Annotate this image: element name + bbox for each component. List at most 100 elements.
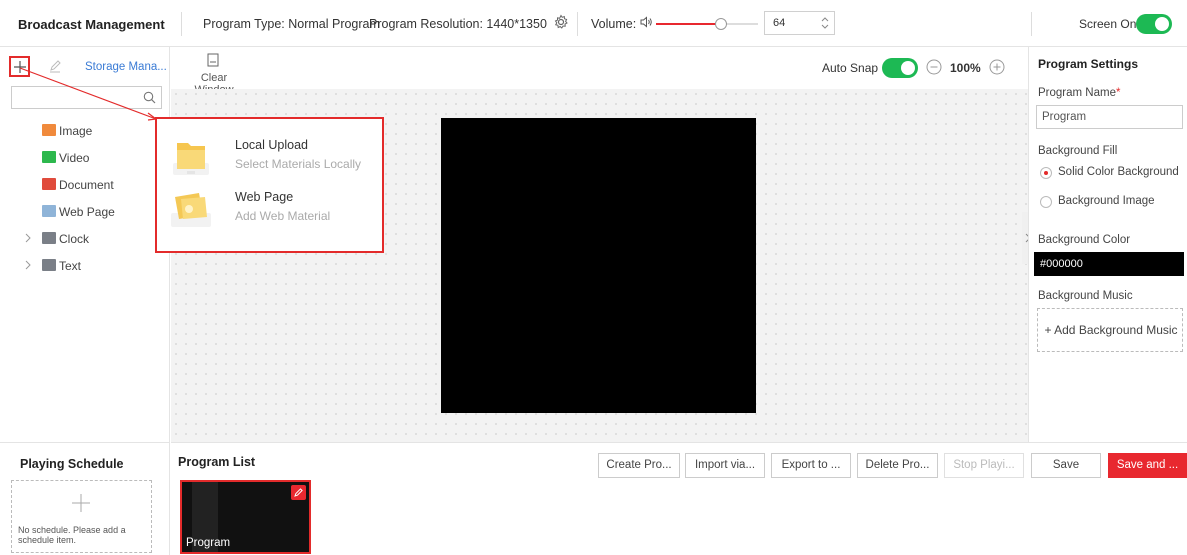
tree-item-label: Video bbox=[59, 151, 90, 165]
playing-schedule-panel: Playing Schedule No schedule. Please add… bbox=[0, 442, 170, 555]
program-name-label: Program Name* bbox=[1038, 87, 1120, 99]
program-list-title: Program List bbox=[178, 455, 256, 469]
image-icon bbox=[42, 124, 56, 136]
zoom-in-icon[interactable] bbox=[989, 59, 1005, 75]
program-thumbnail-name: Program bbox=[186, 537, 231, 549]
program-thumbnail[interactable]: Program bbox=[180, 480, 311, 554]
tree-item-label: Document bbox=[59, 178, 114, 192]
local-upload-subtitle: Select Materials Locally bbox=[235, 157, 362, 171]
add-material-button[interactable] bbox=[9, 56, 30, 77]
auto-snap-toggle[interactable] bbox=[882, 58, 918, 78]
volume-slider-handle[interactable] bbox=[715, 18, 728, 30]
tree-item-label: Web Page bbox=[59, 205, 115, 219]
volume-slider[interactable] bbox=[656, 18, 758, 30]
tree-item-clock[interactable]: Clock bbox=[0, 230, 165, 248]
settings-title: Program Settings bbox=[1038, 57, 1139, 71]
web-page-icon bbox=[42, 205, 56, 217]
add-material-popup: Local Upload Select Materials Locally We… bbox=[155, 117, 384, 253]
toggle-knob bbox=[901, 61, 915, 75]
tree-item-document[interactable]: Document bbox=[0, 176, 165, 194]
material-search-input[interactable] bbox=[11, 86, 162, 109]
stop-playing-button[interactable]: Stop Playi... bbox=[944, 453, 1024, 478]
volume-slider-fill bbox=[656, 23, 722, 25]
import-button[interactable]: Import via... bbox=[685, 453, 765, 478]
program-resolution-label: Program Resolution: 1440*1350 bbox=[369, 17, 547, 31]
volume-value: 64 bbox=[773, 17, 786, 29]
clear-window-icon bbox=[207, 53, 219, 67]
tree-item-label: Text bbox=[59, 259, 82, 273]
background-fill-label: Background Fill bbox=[1038, 145, 1118, 157]
divider bbox=[577, 12, 578, 36]
edit-program-button[interactable] bbox=[291, 485, 306, 500]
add-background-music-label: + Add Background Music bbox=[1044, 323, 1178, 337]
add-background-music-button[interactable]: + Add Background Music bbox=[1037, 308, 1183, 352]
tree-item-label: Image bbox=[59, 124, 93, 138]
tree-item-web-page[interactable]: Web Page bbox=[0, 203, 165, 221]
tree-item-image[interactable]: Image bbox=[0, 122, 165, 140]
save-button[interactable]: Save bbox=[1031, 453, 1101, 478]
background-color-label: Background Color bbox=[1038, 234, 1131, 246]
tree-item-video[interactable]: Video bbox=[0, 149, 165, 167]
edit-icon bbox=[294, 488, 303, 497]
save-and-button[interactable]: Save and ... bbox=[1108, 453, 1187, 478]
volume-input[interactable]: 64 bbox=[764, 11, 835, 35]
local-upload-title: Local Upload bbox=[235, 138, 308, 152]
pdf-icon bbox=[42, 178, 56, 190]
tree-item-label: Clock bbox=[59, 232, 90, 246]
toggle-knob bbox=[1155, 17, 1169, 31]
search-icon[interactable] bbox=[143, 91, 156, 104]
background-music-label: Background Music bbox=[1038, 290, 1133, 302]
export-button[interactable]: Export to ... bbox=[771, 453, 851, 478]
web-material-icon bbox=[171, 193, 211, 227]
top-bar: Broadcast Management Program Type: Norma… bbox=[0, 0, 1187, 47]
clear-window-button[interactable]: Clear Window bbox=[182, 51, 246, 96]
local-upload-option[interactable]: Local Upload Select Materials Locally bbox=[157, 131, 382, 181]
app-title: Broadcast Management bbox=[18, 17, 165, 32]
canvas-toolbar: Clear Window Auto Snap 100% bbox=[171, 47, 1028, 96]
zoom-out-icon[interactable] bbox=[926, 59, 942, 75]
radio-label: Solid Color Background bbox=[1058, 166, 1179, 178]
plus-icon bbox=[72, 494, 90, 512]
auto-snap-label: Auto Snap bbox=[822, 61, 879, 75]
program-name-label-text: Program Name bbox=[1038, 87, 1116, 99]
playing-schedule-title: Playing Schedule bbox=[20, 457, 124, 471]
web-page-title: Web Page bbox=[235, 190, 294, 204]
required-mark: * bbox=[1115, 87, 1121, 99]
volume-label: Volume: bbox=[591, 17, 637, 31]
program-name-value: Program bbox=[1042, 111, 1087, 123]
video-icon bbox=[42, 151, 56, 163]
background-color-value: #000000 bbox=[1040, 258, 1083, 270]
radio-button[interactable] bbox=[1040, 167, 1052, 179]
delete-program-button[interactable]: Delete Pro... bbox=[857, 453, 938, 478]
add-schedule-area[interactable]: No schedule. Please add a schedule item. bbox=[11, 480, 152, 553]
radio-label: Background Image bbox=[1058, 195, 1155, 207]
web-page-option[interactable]: Web Page Add Web Material bbox=[157, 183, 382, 233]
program-stage[interactable] bbox=[441, 118, 756, 413]
program-name-input[interactable]: Program bbox=[1036, 105, 1183, 129]
radio-button[interactable] bbox=[1040, 196, 1052, 208]
program-type-label: Program Type: Normal Program bbox=[203, 17, 380, 31]
divider bbox=[1031, 12, 1032, 36]
edit-icon[interactable] bbox=[48, 59, 62, 73]
radio-background-image[interactable]: Background Image bbox=[1040, 195, 1185, 211]
background-color-picker[interactable]: #000000 bbox=[1034, 252, 1184, 276]
storage-management-link[interactable]: Storage Mana... bbox=[85, 61, 167, 73]
text-icon bbox=[42, 259, 56, 271]
divider bbox=[181, 12, 182, 36]
radio-dot bbox=[1044, 171, 1048, 175]
program-list-panel: Program List Create Pro... Import via...… bbox=[171, 442, 1187, 555]
empty-schedule-text: No schedule. Please add a schedule item. bbox=[18, 525, 126, 545]
screen-on-toggle[interactable] bbox=[1136, 14, 1172, 34]
tree-item-text[interactable]: Text bbox=[0, 257, 165, 275]
program-settings-panel: Program Settings Program Name* Program B… bbox=[1028, 47, 1187, 442]
spinner-arrows-icon[interactable] bbox=[820, 14, 830, 32]
folder-icon bbox=[173, 143, 209, 175]
speaker-icon[interactable] bbox=[639, 15, 653, 29]
gear-icon[interactable] bbox=[553, 14, 569, 30]
zoom-level: 100% bbox=[950, 61, 981, 75]
create-program-button[interactable]: Create Pro... bbox=[598, 453, 680, 478]
chevron-right-icon[interactable] bbox=[23, 259, 33, 271]
radio-solid-color[interactable]: Solid Color Background bbox=[1040, 166, 1185, 182]
plus-icon bbox=[14, 61, 26, 73]
chevron-right-icon[interactable] bbox=[23, 232, 33, 244]
